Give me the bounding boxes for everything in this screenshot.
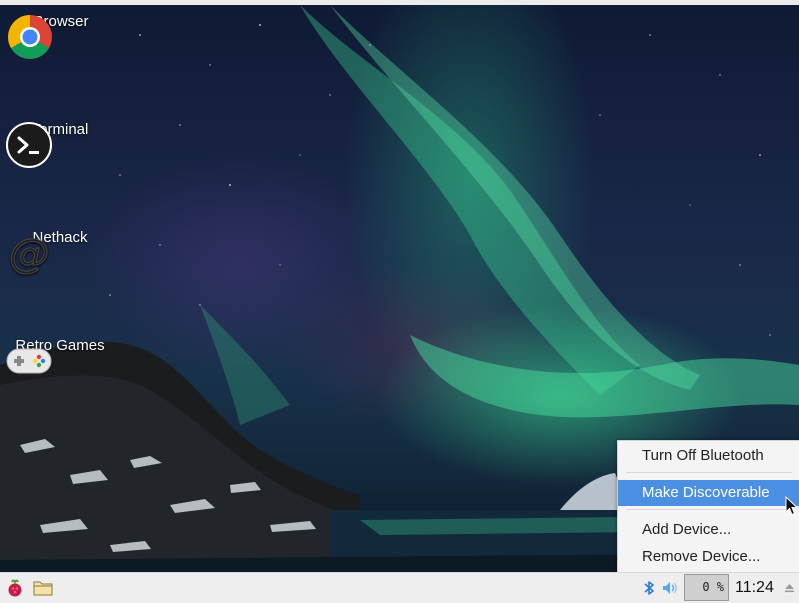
menu-item-remove-device[interactable]: Remove Device... (618, 544, 799, 570)
menu-item-add-device[interactable]: Add Device... (618, 517, 799, 543)
desktop-icon-terminal[interactable]: Terminal (5, 121, 115, 168)
raspberry-icon[interactable] (4, 577, 26, 599)
volume-icon[interactable] (662, 580, 678, 596)
desktop-icon-nethack[interactable]: @ Nethack (5, 229, 115, 277)
chromium-icon (8, 15, 52, 59)
bluetooth-menu: Turn Off Bluetooth Make Discoverable Add… (617, 440, 799, 574)
eject-icon[interactable] (784, 582, 795, 593)
menu-item-make-discoverable[interactable]: Make Discoverable (618, 480, 799, 506)
desktop-icon-browser[interactable]: Browser (6, 13, 116, 59)
terminal-icon (6, 122, 52, 168)
svg-text:@: @ (9, 231, 49, 277)
menu-separator (626, 472, 792, 473)
taskbar-clock[interactable]: 11:24 (735, 573, 774, 603)
folder-icon[interactable] (32, 577, 54, 599)
cpu-usage-monitor[interactable]: 0 % (684, 574, 729, 601)
gamepad-icon (6, 348, 52, 374)
taskbar: 0 % 11:24 (0, 572, 799, 603)
mouse-cursor-icon (785, 496, 798, 516)
menu-item-turn-off-bluetooth[interactable]: Turn Off Bluetooth (618, 443, 799, 469)
desktop-screen: Browser Terminal @ Nethack Retro Games T… (0, 0, 799, 603)
bluetooth-icon[interactable] (643, 580, 655, 596)
menu-separator (626, 509, 792, 510)
desktop-icon-retro-games[interactable]: Retro Games (5, 337, 115, 374)
nethack-icon: @ (9, 231, 50, 278)
